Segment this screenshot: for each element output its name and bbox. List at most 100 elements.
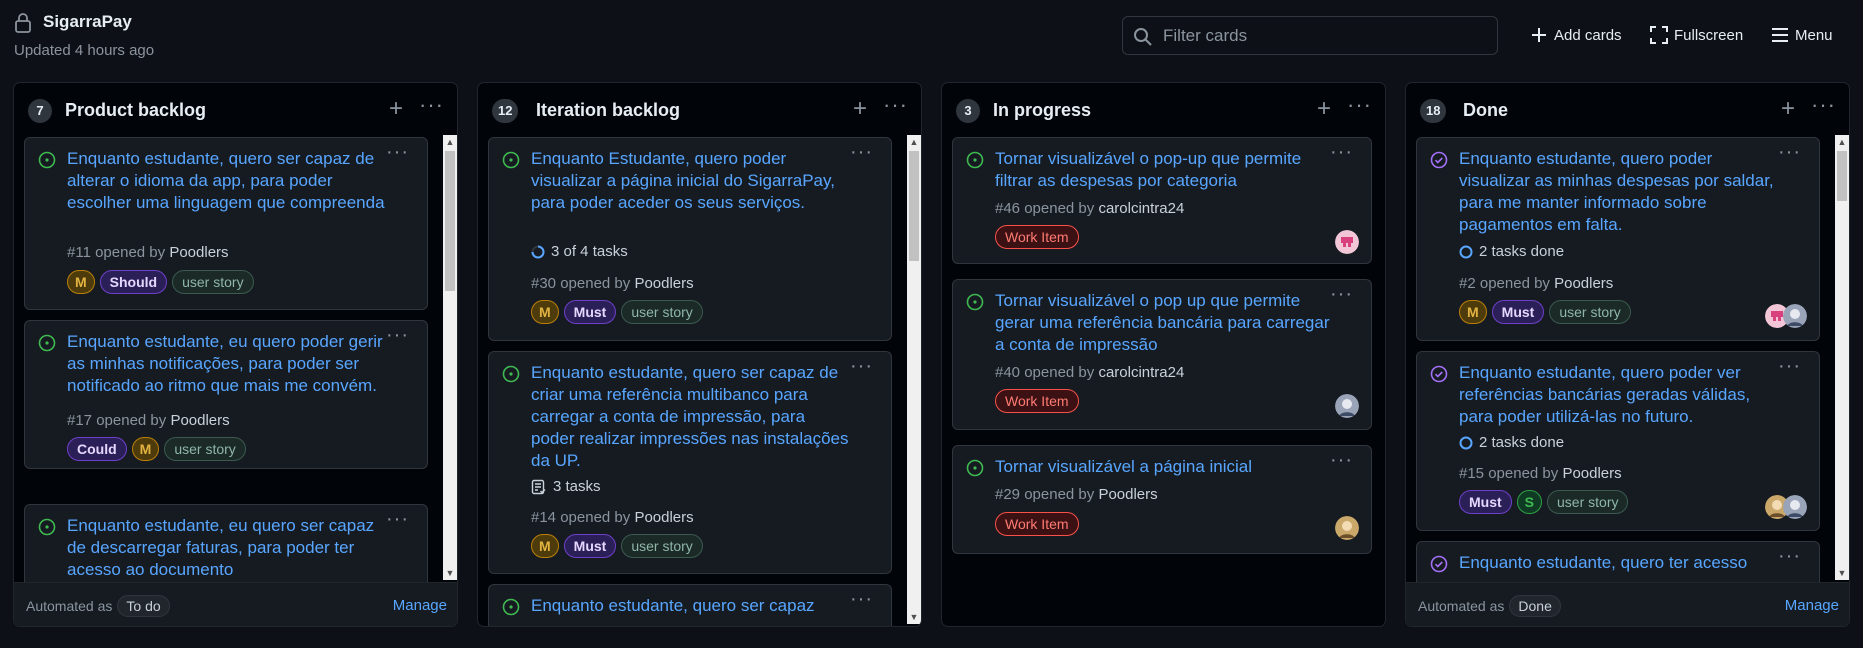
menu-button[interactable]: Menu: [1771, 24, 1833, 46]
author-link[interactable]: carolcintra24: [1098, 364, 1184, 381]
label-must[interactable]: Must: [563, 534, 617, 558]
column-menu-button[interactable]: ···: [1347, 94, 1371, 121]
scroll-down-arrow[interactable]: ▼: [907, 610, 921, 624]
filter-box[interactable]: [1122, 16, 1498, 55]
card-title[interactable]: Enquanto estudante, eu quero poder gerir…: [67, 331, 387, 397]
card-title[interactable]: Enquanto estudante, quero ser capaz de c…: [531, 362, 851, 472]
assignee-avatar[interactable]: [1783, 495, 1807, 519]
card-29[interactable]: Tornar visualizável a página inicial ···…: [952, 445, 1372, 554]
card-14[interactable]: Enquanto estudante, quero ser capaz de c…: [488, 351, 892, 574]
column-menu-button[interactable]: ···: [419, 94, 443, 121]
author-link[interactable]: Poodlers: [634, 509, 693, 526]
scroll-up-arrow[interactable]: ▲: [443, 135, 457, 149]
column-menu-button[interactable]: ···: [883, 94, 907, 121]
label-user-story[interactable]: user story: [621, 534, 703, 558]
card-title[interactable]: Tornar visualizável o pop-up que permite…: [995, 148, 1335, 192]
label-m[interactable]: M: [131, 437, 160, 461]
assignee-avatar[interactable]: [1335, 230, 1359, 254]
card-title[interactable]: Tornar visualizável o pop up que permite…: [995, 290, 1335, 356]
label-must[interactable]: Must: [1491, 300, 1545, 324]
card-menu-button[interactable]: ···: [1778, 142, 1801, 162]
author-link[interactable]: carolcintra24: [1098, 200, 1184, 217]
label-could[interactable]: Could: [67, 437, 127, 461]
assignee-avatar[interactable]: [1783, 304, 1807, 328]
card-title[interactable]: Enquanto estudante, quero ter acesso: [1459, 552, 1779, 574]
card-30[interactable]: Enquanto Estudante, quero poder visualiz…: [488, 137, 892, 341]
label-user-story[interactable]: user story: [621, 300, 703, 324]
author-link[interactable]: Poodlers: [1562, 465, 1621, 482]
scroll-down-arrow[interactable]: ▼: [443, 566, 457, 580]
card-menu-button[interactable]: ···: [1330, 284, 1353, 304]
card-11[interactable]: Enquanto estudante, quero ser capaz de a…: [24, 137, 428, 310]
add-card-button[interactable]: +: [1313, 97, 1335, 121]
column-scrollbar[interactable]: ▲ ▼: [907, 135, 921, 624]
card-menu-button[interactable]: ···: [386, 142, 409, 162]
card-menu-button[interactable]: ···: [386, 325, 409, 345]
label-user-story[interactable]: user story: [172, 270, 254, 294]
card-17[interactable]: Enquanto estudante, eu quero poder gerir…: [24, 320, 428, 469]
label-must[interactable]: Must: [1459, 490, 1512, 514]
label-user-story[interactable]: user story: [1547, 490, 1629, 514]
add-card-button[interactable]: +: [385, 97, 407, 121]
column-menu-button[interactable]: ···: [1811, 94, 1835, 121]
add-card-button[interactable]: +: [1777, 97, 1799, 121]
card-menu-button[interactable]: ···: [1778, 546, 1801, 566]
card-menu-button[interactable]: ···: [1330, 142, 1353, 162]
scroll-thumb[interactable]: [909, 151, 919, 261]
card-menu-button[interactable]: ···: [1330, 450, 1353, 470]
card-title[interactable]: Enquanto estudante, eu quero ser capaz d…: [67, 515, 387, 581]
column-scrollbar[interactable]: ▲ ▼: [1835, 135, 1849, 580]
card-title[interactable]: Enquanto estudante, quero ser capaz: [531, 595, 851, 617]
label-work-item[interactable]: Work Item: [995, 389, 1079, 413]
card-15[interactable]: Enquanto estudante, quero poder ver refe…: [1416, 351, 1820, 531]
card-title[interactable]: Tornar visualizável a página inicial: [995, 456, 1335, 478]
label-m[interactable]: M: [1459, 300, 1487, 324]
label-must[interactable]: Must: [563, 300, 617, 324]
scroll-thumb[interactable]: [445, 151, 455, 291]
card-40[interactable]: Tornar visualizável o pop up que permite…: [952, 279, 1372, 430]
card-46[interactable]: Tornar visualizável o pop-up que permite…: [952, 137, 1372, 264]
author-link[interactable]: Poodlers: [169, 244, 228, 261]
card-menu-button[interactable]: ···: [850, 589, 873, 609]
assignee-avatar[interactable]: [1335, 516, 1359, 540]
card-title[interactable]: Enquanto Estudante, quero poder visualiz…: [531, 148, 851, 214]
assignee-avatar[interactable]: [1335, 394, 1359, 418]
last-updated: Updated 4 hours ago: [14, 42, 155, 59]
label-work-item[interactable]: Work Item: [995, 225, 1079, 249]
label-user-story[interactable]: user story: [1549, 300, 1631, 324]
label-should[interactable]: Should: [99, 270, 168, 294]
author-link[interactable]: Poodlers: [1554, 275, 1613, 292]
card-title[interactable]: Enquanto estudante, quero poder visualiz…: [1459, 148, 1779, 236]
filter-input[interactable]: [1163, 23, 1483, 49]
scroll-thumb[interactable]: [1837, 151, 1847, 201]
card-title[interactable]: Enquanto estudante, quero poder ver refe…: [1459, 362, 1779, 428]
card-title[interactable]: Enquanto estudante, quero ser capaz de a…: [67, 148, 387, 214]
card-2[interactable]: Enquanto estudante, quero poder visualiz…: [1416, 137, 1820, 341]
label-m[interactable]: M: [531, 300, 559, 324]
card-menu-button[interactable]: ···: [850, 356, 873, 376]
label-s[interactable]: S: [1516, 490, 1543, 514]
add-card-button[interactable]: +: [849, 97, 871, 121]
card-partial[interactable]: Enquanto estudante, eu quero ser capaz d…: [24, 504, 428, 584]
card-menu-button[interactable]: ···: [386, 509, 409, 529]
manage-automation-link[interactable]: Manage: [1785, 597, 1839, 614]
scroll-up-arrow[interactable]: ▲: [907, 135, 921, 149]
label-user-story[interactable]: user story: [164, 437, 246, 461]
column-scrollbar[interactable]: ▲ ▼: [443, 135, 457, 580]
scroll-up-arrow[interactable]: ▲: [1835, 135, 1849, 149]
add-cards-button[interactable]: Add cards: [1530, 24, 1622, 46]
card-partial[interactable]: Enquanto estudante, quero ser capaz ···: [488, 584, 892, 626]
card-menu-button[interactable]: ···: [1778, 356, 1801, 376]
author-link[interactable]: Poodlers: [170, 412, 229, 429]
label-m[interactable]: M: [67, 270, 95, 294]
fullscreen-button[interactable]: Fullscreen: [1650, 24, 1743, 46]
card-menu-button[interactable]: ···: [850, 142, 873, 162]
label-m[interactable]: M: [531, 534, 559, 558]
manage-automation-link[interactable]: Manage: [393, 597, 447, 614]
author-link[interactable]: Poodlers: [1098, 486, 1157, 503]
scroll-down-arrow[interactable]: ▼: [1835, 566, 1849, 580]
author-link[interactable]: Poodlers: [634, 275, 693, 292]
hamburger-icon: [1772, 28, 1788, 42]
label-work-item[interactable]: Work Item: [995, 512, 1079, 536]
column-title: Done: [1463, 100, 1508, 120]
